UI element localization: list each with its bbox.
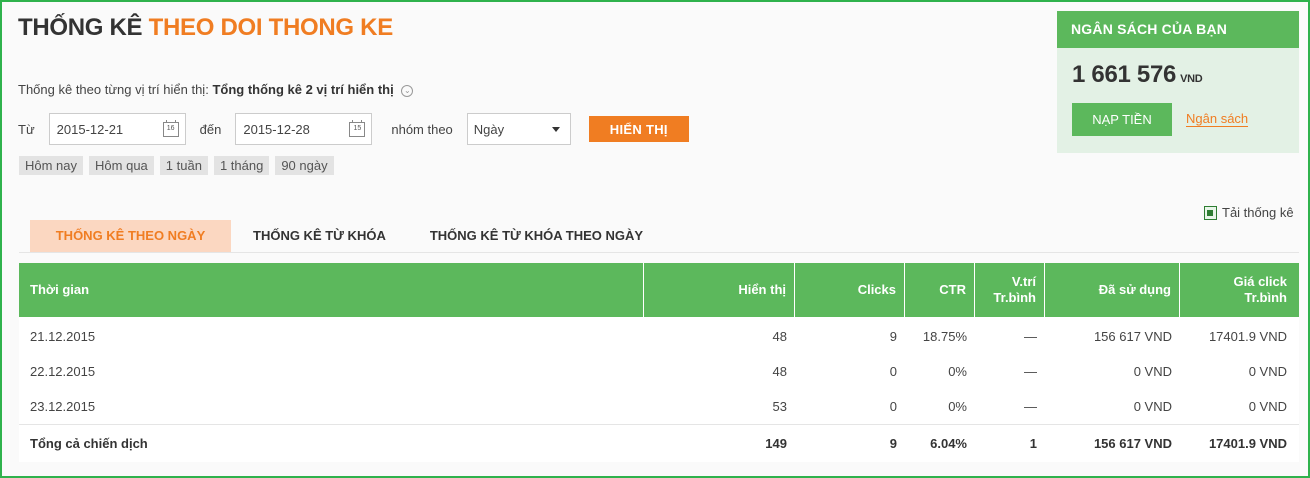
budget-link[interactable]: Ngân sách	[1186, 111, 1249, 127]
quick-range-list: Hôm nay Hôm qua 1 tuần 1 tháng 90 ngày	[19, 156, 334, 175]
download-label: Tải thống kê	[1222, 205, 1294, 220]
cell-total-impressions: 149	[765, 436, 787, 451]
cell-total-clicks: 9	[889, 436, 897, 451]
cell-total-avg-position: 1	[1029, 436, 1037, 451]
table-row: 22.12.2015 48 0 0% — 0 VND 0 VND	[19, 354, 1299, 389]
column-header-time[interactable]: Thời gian	[19, 263, 644, 317]
cell-ctr: 0%	[948, 399, 967, 414]
cell-avg-position: —	[1024, 329, 1037, 344]
budget-amount-value: 1 661 576	[1072, 61, 1177, 88]
cell-avg-position: —	[1024, 399, 1037, 414]
column-header-avg-position[interactable]: V.trí Tr.bình	[975, 263, 1045, 317]
cell-total-label: Tổng cả chiến dịch	[30, 436, 148, 451]
cell-avg-position: —	[1024, 364, 1037, 379]
to-date-value: 2015-12-28	[243, 121, 310, 137]
from-label: Từ	[18, 121, 35, 137]
column-header-spent[interactable]: Đã sử dụng	[1045, 263, 1180, 317]
to-label: đến	[199, 121, 222, 137]
table-header: Thời gian Hiển thị Clicks CTR V.trí Tr.b…	[19, 263, 1299, 317]
tab-keyword-stats[interactable]: THỐNG KÊ TỪ KHÓA	[231, 220, 408, 252]
group-select-value: Ngày	[473, 121, 505, 137]
budget-panel: NGÂN SÁCH CỦA BẠN 1 661 576 VND NẠP TIỀN …	[1057, 11, 1299, 153]
cell-impressions: 53	[772, 399, 787, 414]
cell-avg-cpc: 0 VND	[1248, 399, 1287, 414]
from-date-value: 2015-12-21	[56, 121, 124, 137]
cell-time: 22.12.2015	[30, 364, 96, 379]
cell-clicks: 0	[889, 364, 897, 379]
stats-tabs: THỐNG KÊ THEO NGÀY THỐNG KÊ TỪ KHÓA THỐN…	[19, 220, 1299, 253]
quick-range-month[interactable]: 1 tháng	[213, 156, 270, 175]
position-label: Thống kê theo từng vị trí hiển thị:	[18, 82, 209, 97]
cell-spent: 0 VND	[1133, 364, 1172, 379]
cell-total-avg-cpc: 17401.9 VND	[1208, 436, 1287, 451]
cell-spent: 156 617 VND	[1093, 329, 1172, 344]
to-date-input[interactable]: 2015-12-28 15	[235, 113, 373, 145]
caret-down-icon	[551, 126, 560, 132]
cell-total-spent: 156 617 VND	[1093, 436, 1172, 451]
budget-amount: 1 661 576 VND	[1072, 61, 1203, 89]
cell-time: 23.12.2015	[30, 399, 96, 414]
column-header-avg-cpc[interactable]: Giá click Tr.bình	[1180, 263, 1299, 317]
group-label: nhóm theo	[391, 121, 453, 137]
quick-range-yesterday[interactable]: Hôm qua	[89, 156, 154, 175]
column-header-clicks[interactable]: Clicks	[795, 263, 905, 317]
table-total-row: Tổng cả chiến dịch 149 9 6.04% 1 156 617…	[19, 424, 1299, 462]
column-header-impressions[interactable]: Hiển thị	[644, 263, 795, 317]
cell-avg-cpc: 17401.9 VND	[1208, 329, 1287, 344]
download-stats-link[interactable]: Tải thống kê	[1204, 205, 1294, 220]
campaign-name: THEO DOI THONG KE	[148, 14, 394, 41]
cell-spent: 0 VND	[1133, 399, 1172, 414]
quick-range-week[interactable]: 1 tuần	[159, 156, 208, 175]
chevron-down-icon[interactable]: ⌄	[401, 84, 414, 97]
cell-ctr: 0%	[948, 364, 967, 379]
cell-clicks: 0	[889, 399, 897, 414]
budget-title: NGÂN SÁCH CỦA BẠN	[1057, 11, 1299, 48]
cell-avg-cpc: 0 VND	[1248, 364, 1287, 379]
quick-range-90-days[interactable]: 90 ngày	[275, 156, 334, 175]
stats-table: Thời gian Hiển thị Clicks CTR V.trí Tr.b…	[19, 263, 1299, 462]
cell-time: 21.12.2015	[30, 329, 96, 344]
show-button[interactable]: HIỂN THỊ	[588, 116, 689, 142]
quick-range-today[interactable]: Hôm nay	[19, 156, 84, 175]
tab-daily-stats[interactable]: THỐNG KÊ THEO NGÀY	[30, 220, 231, 252]
cell-total-ctr: 6.04%	[930, 436, 967, 451]
table-row: 21.12.2015 48 9 18.75% — 156 617 VND 174…	[19, 319, 1299, 354]
excel-icon	[1204, 205, 1217, 220]
group-select[interactable]: Ngày	[466, 113, 571, 145]
cell-impressions: 48	[772, 364, 787, 379]
tab-keyword-daily-stats[interactable]: THỐNG KÊ TỪ KHÓA THEO NGÀY	[408, 220, 665, 252]
position-value[interactable]: Tổng thống kê 2 vị trí hiển thị	[212, 82, 393, 97]
budget-currency: VND	[1180, 73, 1203, 85]
calendar-icon[interactable]: 16	[162, 119, 179, 137]
calendar-icon[interactable]: 15	[349, 119, 366, 137]
column-header-ctr[interactable]: CTR	[905, 263, 975, 317]
page-title-prefix: THỐNG KÊ	[18, 14, 143, 41]
page-title: THỐNG KÊ THEO DOI THONG KE	[18, 14, 393, 42]
position-selector: Thống kê theo từng vị trí hiển thị: Tổng…	[18, 82, 414, 97]
topup-button[interactable]: NẠP TIỀN	[1072, 103, 1172, 136]
date-filter-row: Từ 2015-12-21 16 đến 2015-12-28 15 nhóm …	[18, 113, 689, 145]
page-frame: THỐNG KÊ THEO DOI THONG KE Thống kê theo…	[0, 0, 1310, 478]
from-date-input[interactable]: 2015-12-21 16	[48, 113, 186, 145]
table-row: 23.12.2015 53 0 0% — 0 VND 0 VND	[19, 389, 1299, 424]
cell-impressions: 48	[772, 329, 787, 344]
cell-ctr: 18.75%	[922, 329, 967, 344]
cell-clicks: 9	[889, 329, 897, 344]
